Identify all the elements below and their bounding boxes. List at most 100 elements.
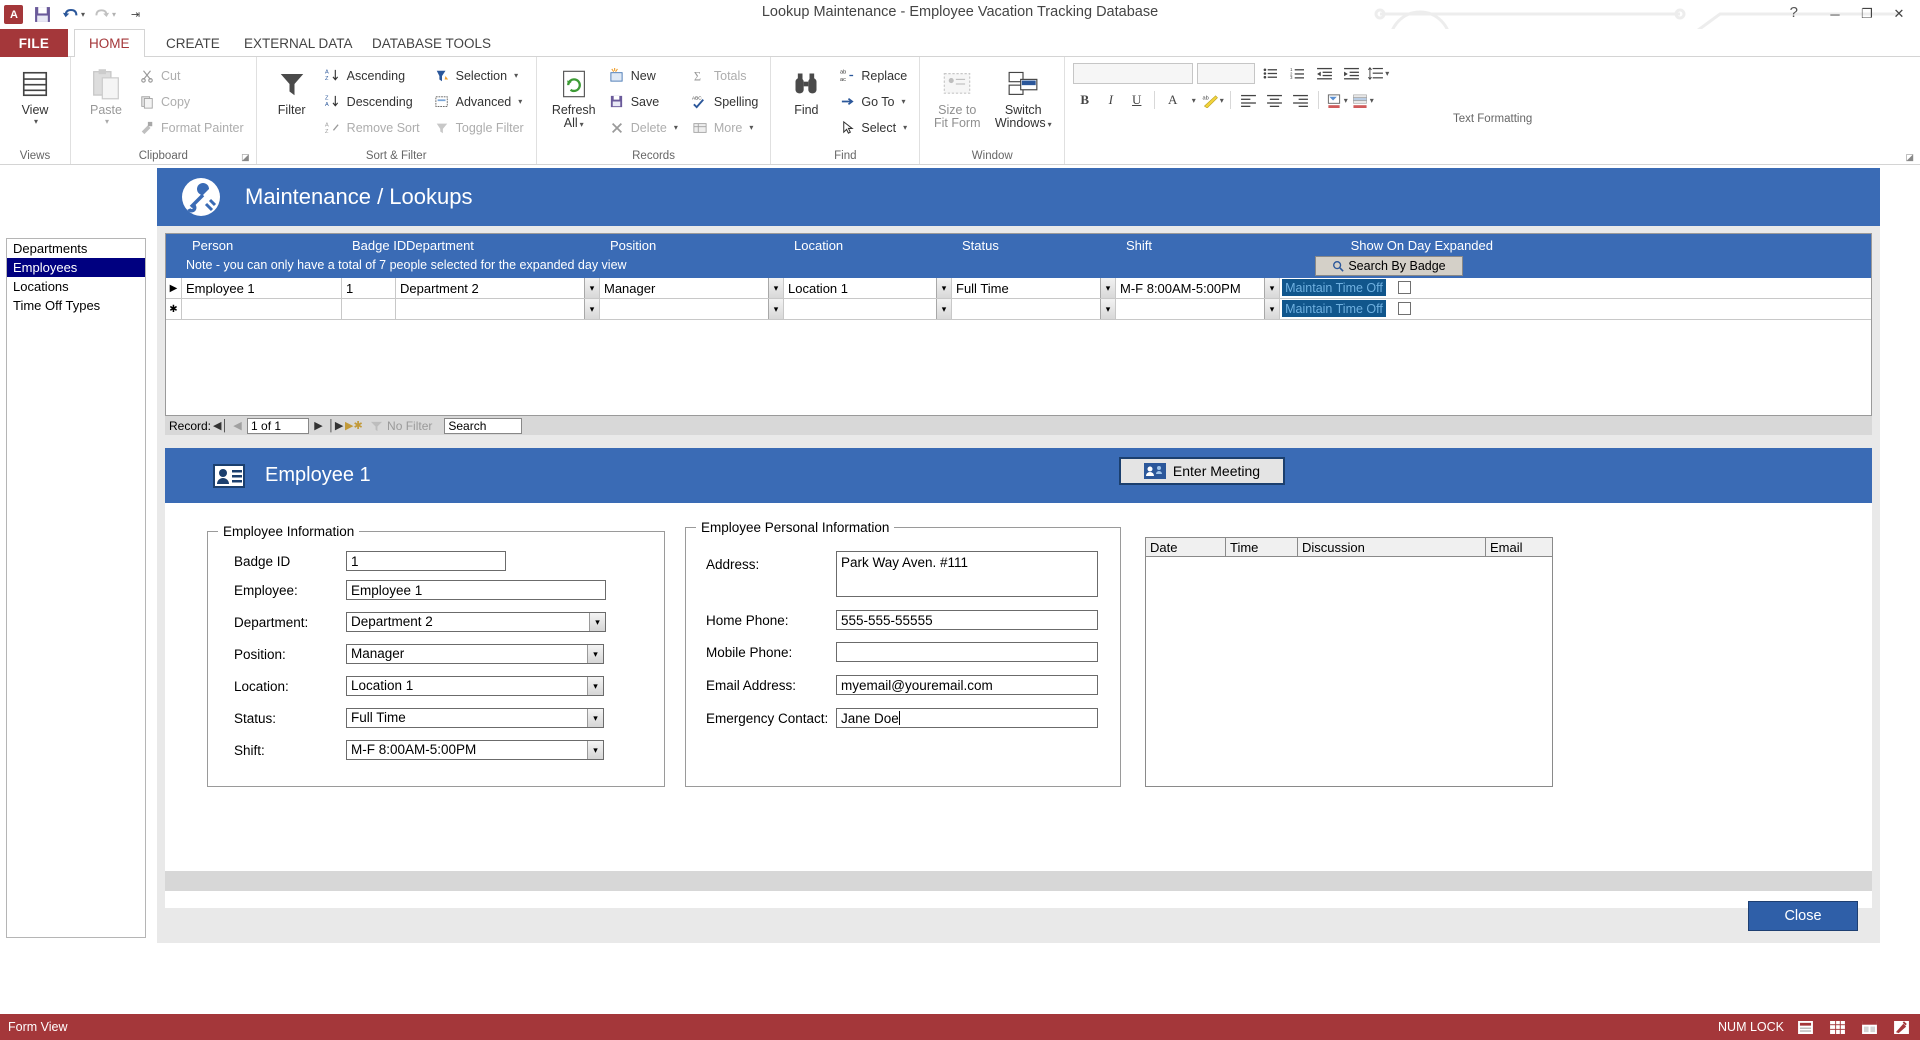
previous-record-button[interactable]: ◀ xyxy=(230,419,245,432)
font-color-dropdown-icon[interactable]: ▾ xyxy=(1187,89,1198,112)
go-to-button[interactable]: Go To ▾ xyxy=(835,89,913,114)
tab-database-tools[interactable]: DATABASE TOOLS xyxy=(358,29,505,57)
font-size-input[interactable] xyxy=(1197,63,1255,84)
toggle-filter-button[interactable]: Toggle Filter xyxy=(430,115,530,140)
column-header-shift[interactable]: Shift xyxy=(1126,238,1152,253)
underline-button[interactable]: U xyxy=(1125,89,1148,112)
chevron-down-icon[interactable]: ▾ xyxy=(1100,299,1115,319)
pivottable-view-icon[interactable] xyxy=(1858,1018,1880,1036)
new-record-button[interactable]: New xyxy=(605,63,684,88)
row-selector[interactable]: ▶ xyxy=(166,278,182,298)
highlight-icon[interactable]: ab ▾ xyxy=(1201,89,1224,112)
chevron-down-icon[interactable]: ▾ xyxy=(584,278,599,298)
save-record-button[interactable]: Save xyxy=(605,89,684,114)
cell-position[interactable]: Manager ▾ xyxy=(600,278,784,298)
employee-input[interactable]: Employee 1 xyxy=(346,580,606,600)
column-header-status[interactable]: Status xyxy=(962,238,999,253)
cell-position[interactable]: ▾ xyxy=(600,299,784,319)
table-row[interactable]: ✱ ▾ ▾ ▾ ▾ ▾ Maintain Time xyxy=(166,299,1871,320)
cell-location[interactable]: ▾ xyxy=(784,299,952,319)
record-position-input[interactable]: 1 of 1 xyxy=(247,418,309,434)
cell-status[interactable]: ▾ xyxy=(952,299,1116,319)
cell-department[interactable]: Department 2 ▾ xyxy=(396,278,600,298)
help-icon[interactable]: ? xyxy=(1790,4,1798,21)
form-view-icon[interactable] xyxy=(1794,1018,1816,1036)
design-view-icon[interactable] xyxy=(1890,1018,1912,1036)
font-color-button[interactable]: A xyxy=(1161,89,1184,112)
find-button[interactable]: Find xyxy=(777,61,835,120)
location-combobox[interactable]: Location 1 ▾ xyxy=(346,676,604,696)
home-phone-input[interactable]: 555-555-55555 xyxy=(836,610,1098,630)
cell-person[interactable] xyxy=(182,299,342,319)
chevron-down-icon[interactable]: ▾ xyxy=(1100,278,1115,298)
descending-button[interactable]: ZA Descending xyxy=(321,89,426,114)
align-right-icon[interactable] xyxy=(1289,89,1312,112)
search-by-badge-button[interactable]: Search By Badge xyxy=(1315,256,1463,276)
status-combobox[interactable]: Full Time ▾ xyxy=(346,708,604,728)
cell-shift[interactable]: ▾ xyxy=(1116,299,1280,319)
next-record-button[interactable]: ▶ xyxy=(311,419,326,432)
cell-badge-id[interactable]: 1 xyxy=(342,278,396,298)
show-on-day-checkbox[interactable] xyxy=(1398,302,1411,315)
address-textarea[interactable]: Park Way Aven. #111 xyxy=(836,551,1098,597)
format-painter-button[interactable]: Format Painter xyxy=(135,115,250,140)
last-record-button[interactable]: │▶ xyxy=(328,419,343,432)
align-center-icon[interactable] xyxy=(1263,89,1286,112)
department-combobox[interactable]: Department 2 ▾ xyxy=(346,612,606,632)
chevron-down-icon[interactable]: ▾ xyxy=(587,645,603,663)
new-record-button[interactable]: ▶✱ xyxy=(345,419,360,432)
tab-external-data[interactable]: EXTERNAL DATA xyxy=(230,29,367,57)
remove-sort-button[interactable]: AZ Remove Sort xyxy=(321,115,426,140)
chevron-down-icon[interactable]: ▾ xyxy=(936,299,951,319)
switch-windows-button[interactable]: SwitchWindows▾ xyxy=(988,61,1058,134)
position-combobox[interactable]: Manager ▾ xyxy=(346,644,604,664)
cell-location[interactable]: Location 1 ▾ xyxy=(784,278,952,298)
italic-button[interactable]: I xyxy=(1099,89,1122,112)
column-header-badge-id[interactable]: Badge ID xyxy=(352,238,406,253)
tab-home[interactable]: HOME xyxy=(74,29,145,58)
cell-department[interactable]: ▾ xyxy=(396,299,600,319)
chevron-down-icon[interactable]: ▾ xyxy=(768,299,783,319)
tab-file[interactable]: FILE xyxy=(0,29,68,57)
close-form-button[interactable]: Close xyxy=(1748,901,1858,931)
refresh-all-button[interactable]: Refresh All▾ xyxy=(543,61,605,134)
replace-button[interactable]: abac Replace xyxy=(835,63,913,88)
chevron-down-icon[interactable]: ▾ xyxy=(936,278,951,298)
more-button[interactable]: More ▾ xyxy=(688,115,764,140)
show-on-day-checkbox[interactable] xyxy=(1398,281,1411,294)
nav-item-locations[interactable]: Locations xyxy=(7,277,145,296)
cut-button[interactable]: Cut xyxy=(135,63,250,88)
cell-person[interactable]: Employee 1 xyxy=(182,278,342,298)
column-header-person[interactable]: Person xyxy=(192,238,233,253)
badge-id-input[interactable]: 1 xyxy=(346,551,506,571)
alternate-row-color-icon[interactable]: ▾ xyxy=(1351,89,1374,112)
nav-item-time-off-types[interactable]: Time Off Types xyxy=(7,296,145,315)
column-header-department[interactable]: Department xyxy=(406,238,474,253)
ascending-button[interactable]: AZ Ascending xyxy=(321,63,426,88)
chevron-down-icon[interactable]: ▾ xyxy=(587,677,603,695)
cell-shift[interactable]: M-F 8:00AM-5:00PM ▾ xyxy=(1116,278,1280,298)
column-header-time[interactable]: Time xyxy=(1226,538,1298,556)
column-header-email[interactable]: Email xyxy=(1486,538,1550,556)
selection-button[interactable]: Selection ▾ xyxy=(430,63,530,88)
copy-button[interactable]: Copy xyxy=(135,89,250,114)
new-row-selector[interactable]: ✱ xyxy=(166,299,182,319)
cell-badge-id[interactable] xyxy=(342,299,396,319)
shift-combobox[interactable]: M-F 8:00AM-5:00PM ▾ xyxy=(346,740,604,760)
chevron-down-icon[interactable]: ▾ xyxy=(1264,278,1279,298)
emergency-contact-input[interactable]: Jane Doe xyxy=(836,708,1098,728)
advanced-button[interactable]: Advanced ▾ xyxy=(430,89,530,114)
maintain-time-off-button[interactable]: Maintain Time Off xyxy=(1282,300,1386,317)
cell-status[interactable]: Full Time ▾ xyxy=(952,278,1116,298)
decrease-indent-icon[interactable] xyxy=(1313,62,1336,85)
bold-button[interactable]: B xyxy=(1073,89,1096,112)
line-spacing-icon[interactable]: ▾ xyxy=(1367,62,1390,85)
restore-button[interactable]: ❐ xyxy=(1852,2,1882,26)
increase-indent-icon[interactable] xyxy=(1340,62,1363,85)
bullets-icon[interactable] xyxy=(1259,62,1282,85)
column-header-discussion[interactable]: Discussion xyxy=(1298,538,1486,556)
select-button[interactable]: Select ▾ xyxy=(835,115,913,140)
column-header-position[interactable]: Position xyxy=(610,238,656,253)
close-button[interactable]: ✕ xyxy=(1884,2,1914,26)
text-formatting-dialog-launcher[interactable]: ◪ xyxy=(1905,152,1914,163)
